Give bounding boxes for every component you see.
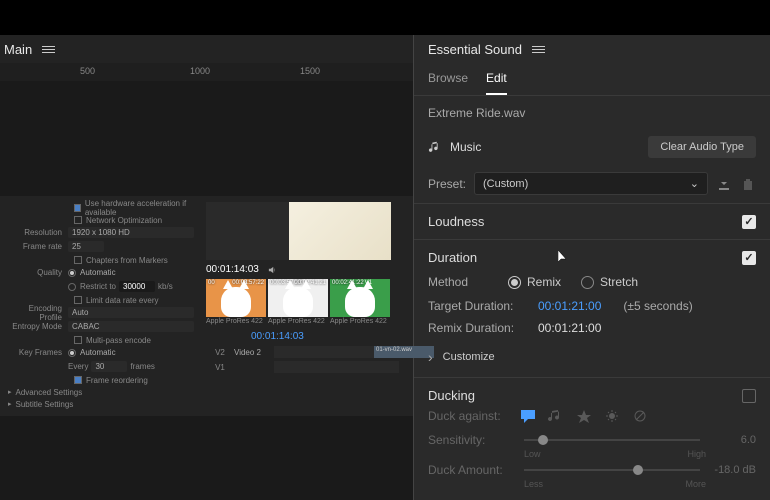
preview-timecode[interactable]: 00:01:14:03 — [206, 264, 259, 275]
delete-preset-icon[interactable] — [740, 176, 756, 192]
preset-label: Preset: — [428, 177, 466, 191]
remix-duration-value: 00:01:21:00 — [538, 321, 601, 335]
preview-monitor — [206, 202, 391, 260]
entropy-label: Entropy Mode — [6, 322, 68, 331]
multipass-checkbox[interactable]: Multi-pass encode — [6, 334, 194, 346]
resolution-select[interactable]: 1920 x 1080 HD — [68, 227, 194, 238]
timeline-timecode[interactable]: 00:01:14:03 — [251, 331, 407, 342]
audio-type-label: Music — [450, 140, 640, 154]
ambience-icon[interactable] — [604, 409, 620, 423]
framerate-select[interactable]: 25 — [68, 241, 104, 252]
letterbox-top — [0, 0, 770, 35]
sensitivity-slider[interactable] — [524, 439, 700, 441]
left-panel: Main 500 1000 1500 Use hardware accelera… — [0, 35, 413, 500]
thumbnail[interactable]: 00:03:57:23V100:02:41:21 — [268, 279, 328, 317]
thumbnail[interactable]: 00:02:41:22V1 — [330, 279, 390, 317]
tab-edit[interactable]: Edit — [486, 71, 507, 95]
remix-radio[interactable]: Remix — [508, 275, 561, 289]
ruler-tick: 500 — [80, 66, 95, 76]
timeline-track-v1[interactable] — [274, 361, 399, 373]
chapters-checkbox[interactable]: Chapters from Markers — [6, 254, 194, 266]
duration-checkbox[interactable] — [742, 251, 756, 265]
panel-menu-icon[interactable] — [532, 46, 545, 53]
frame-reorder-checkbox[interactable]: Frame reordering — [6, 374, 194, 386]
thumbnail[interactable]: 00V100:03:57:22 — [206, 279, 266, 317]
encoding-profile-select[interactable]: Auto — [68, 307, 194, 318]
duck-amount-slider[interactable] — [524, 469, 700, 471]
mini-timeline: 00:01:14:03 V2Video 201-vn-02.wav V1 — [206, 327, 407, 377]
hw-accel-checkbox[interactable]: Use hardware acceleration if available — [6, 202, 194, 214]
remix-duration-label: Remix Duration: — [428, 321, 528, 335]
duck-amount-label: Duck Amount: — [428, 463, 510, 477]
loudness-title[interactable]: Loudness — [428, 214, 484, 229]
export-settings: Use hardware acceleration if available N… — [0, 196, 413, 416]
ruler[interactable]: 500 1000 1500 — [0, 63, 413, 81]
ducking-title[interactable]: Ducking — [428, 388, 475, 403]
clear-audio-type-button[interactable]: Clear Audio Type — [648, 136, 756, 158]
duck-against-label: Duck against: — [428, 409, 510, 423]
panel-title: Essential Sound — [428, 42, 522, 57]
entropy-select[interactable]: CABAC — [68, 321, 194, 332]
ducking-checkbox[interactable] — [742, 389, 756, 403]
unassigned-icon[interactable] — [632, 409, 648, 423]
save-preset-icon[interactable] — [716, 176, 732, 192]
stretch-radio[interactable]: Stretch — [581, 275, 638, 289]
keyframes-auto-radio[interactable] — [68, 349, 76, 357]
clip-thumbnails: 00V100:03:57:22Apple ProRes 422 00:03:57… — [206, 279, 407, 325]
resolution-label: Resolution — [6, 228, 68, 237]
duration-title[interactable]: Duration — [428, 250, 477, 265]
quality-label: Quality — [6, 268, 68, 277]
duck-amount-value[interactable]: -18.0 dB — [714, 464, 756, 476]
quality-restrict-radio[interactable] — [68, 283, 76, 291]
loudness-checkbox[interactable] — [742, 215, 756, 229]
music-icon[interactable] — [548, 409, 564, 423]
keyframes-every-input[interactable]: 30 — [91, 361, 127, 372]
music-icon — [428, 140, 442, 154]
chevron-down-icon: ⌄ — [690, 177, 699, 190]
timeline-track-v2[interactable]: 01-vn-02.wav — [274, 346, 399, 358]
customize-toggle[interactable]: Customize — [428, 339, 756, 367]
target-tolerance: (±5 seconds) — [623, 299, 692, 313]
dialogue-icon[interactable] — [520, 409, 536, 423]
target-duration-value[interactable]: 00:01:21:00 — [538, 299, 601, 313]
clip-filename: Extreme Ride.wav — [414, 96, 770, 130]
sensitivity-value[interactable]: 6.0 — [714, 434, 756, 446]
tab-browse[interactable]: Browse — [428, 71, 468, 95]
sfx-icon[interactable] — [576, 409, 592, 423]
empty-area — [0, 81, 413, 196]
method-label: Method — [428, 275, 488, 289]
keyframes-label: Key Frames — [6, 348, 68, 357]
panel-title-main: Main — [4, 42, 32, 57]
quality-auto-radio[interactable] — [68, 269, 76, 277]
target-duration-label: Target Duration: — [428, 299, 528, 313]
essential-sound-panel: Essential Sound Browse Edit Extreme Ride… — [414, 35, 770, 500]
panel-menu-icon[interactable] — [42, 46, 55, 53]
encoding-profile-label: Encoding Profile — [6, 304, 68, 322]
advanced-settings-toggle[interactable]: Advanced Settings — [6, 386, 194, 398]
bitrate-input[interactable]: 30000 — [119, 281, 155, 292]
ruler-tick: 1500 — [300, 66, 320, 76]
sensitivity-label: Sensitivity: — [428, 433, 510, 447]
ruler-tick: 1000 — [190, 66, 210, 76]
speaker-icon[interactable] — [267, 265, 277, 275]
subtitle-settings-toggle[interactable]: Subtitle Settings — [6, 398, 194, 410]
framerate-label: Frame rate — [6, 242, 68, 251]
preset-select[interactable]: (Custom)⌄ — [474, 172, 708, 195]
